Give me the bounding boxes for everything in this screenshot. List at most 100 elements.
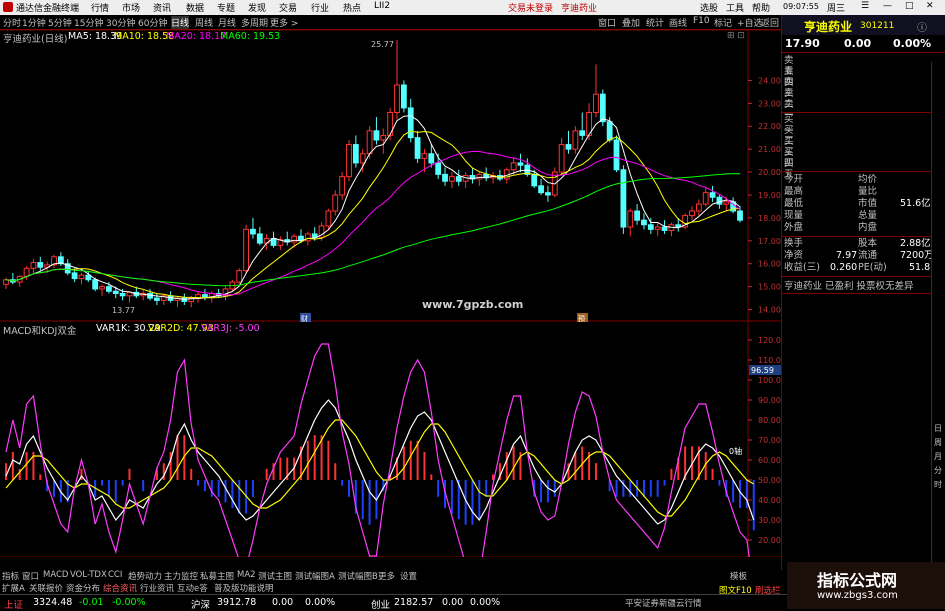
tab-help[interactable]: 普及版功能说明	[214, 582, 274, 594]
tab-related[interactable]: 关联报价	[29, 582, 63, 594]
period-more[interactable]: 更多 >	[270, 16, 298, 29]
app-logo-icon	[3, 2, 13, 12]
toolbar-mark[interactable]: 标记	[714, 16, 732, 29]
f10-graph-label[interactable]: 图文F10	[719, 584, 752, 596]
menu-select-stock[interactable]: 选股	[700, 1, 718, 14]
period-tab[interactable]: 多周期	[241, 16, 268, 29]
tab-more[interactable]: 更多	[378, 570, 395, 582]
net-asset-value: 7.97	[836, 250, 858, 261]
tab-trend[interactable]: 趋势动力	[128, 570, 162, 582]
toolbar-overlay[interactable]: 叠加	[622, 16, 640, 29]
toolbar-stats[interactable]: 统计	[646, 16, 664, 29]
period-tab[interactable]: 周线	[195, 16, 213, 29]
close-icon[interactable]: ✕	[926, 1, 934, 11]
menu-news[interactable]: 资讯	[153, 1, 171, 14]
menu-tools[interactable]: 工具	[726, 1, 744, 14]
stat-label: 股本	[858, 238, 878, 249]
candle	[400, 84, 407, 109]
period-tab[interactable]: 5分钟	[48, 16, 72, 29]
sh-index-value: 3324.48	[33, 597, 73, 608]
template-button[interactable]: 模板	[730, 570, 747, 582]
tab-qa[interactable]: 互动e答	[177, 582, 208, 594]
toolbar-add-favorite[interactable]: +自选	[737, 16, 763, 29]
toolbar-draw[interactable]: 画线	[669, 16, 687, 29]
stock-news-ticker[interactable]: 亨迪药业 已盈利 投票权无差异	[784, 278, 939, 292]
tab-private[interactable]: 私募主图	[200, 570, 234, 582]
minimize-icon[interactable]: —	[883, 1, 892, 11]
zero-axis-label: 0轴	[729, 446, 742, 456]
candle	[407, 107, 414, 139]
tab-macd[interactable]: MACD	[43, 570, 68, 580]
stat-label: 外盘	[784, 222, 804, 233]
stat-label: PE(动)	[858, 262, 887, 273]
candle	[414, 137, 421, 159]
menu-quotes[interactable]: 行情	[91, 1, 109, 14]
candle	[579, 130, 586, 136]
indicator-tick-label: 120.0	[758, 336, 781, 345]
period-tab[interactable]: 15分钟	[74, 16, 103, 29]
toolbar-window[interactable]: 窗口	[598, 16, 616, 29]
candle	[634, 210, 641, 221]
menu-topics[interactable]: 专题	[217, 1, 235, 14]
tab-main-monitor[interactable]: 主力监控	[164, 570, 198, 582]
tab-test-main[interactable]: 测试主图	[258, 570, 292, 582]
tab-cci[interactable]: CCI	[108, 570, 122, 580]
shares-value: 2.88亿	[900, 238, 931, 249]
period-tab[interactable]: 月线	[218, 16, 236, 29]
candle	[695, 203, 702, 212]
tab-settings[interactable]: 设置	[400, 570, 417, 582]
tab-ext-a[interactable]: 扩展A	[2, 582, 25, 594]
tab-indicator[interactable]: 指标	[2, 570, 19, 582]
period-tab-active[interactable]: 日线	[171, 16, 190, 29]
candle	[517, 162, 524, 166]
period-tab[interactable]: 60分钟	[138, 16, 167, 29]
tab-industry-news[interactable]: 行业资讯	[140, 582, 174, 594]
menu-market[interactable]: 市场	[122, 1, 140, 14]
side-tab-minute[interactable]: 分	[934, 464, 942, 478]
tab-ma2[interactable]: MA2	[237, 570, 256, 580]
candle	[154, 297, 160, 301]
tab-fund-flow[interactable]: 资金分布	[66, 582, 100, 594]
toolbar-f10[interactable]: F10	[693, 16, 710, 26]
side-tab-week[interactable]: 周	[934, 436, 942, 450]
candlestick-series	[3, 39, 743, 308]
chart-window-controls[interactable]: ⊞ ⊡	[727, 31, 745, 41]
menu-help[interactable]: 帮助	[752, 1, 770, 14]
chart-area[interactable]: 24.00 23.00 22.00 21.00 20.00 19.00 18.00 17.00…	[0, 30, 781, 557]
candle	[476, 173, 483, 180]
period-tab[interactable]: 1分钟	[22, 16, 46, 29]
menu-hot[interactable]: 热点	[343, 1, 361, 14]
menu-l2[interactable]: LII2	[374, 1, 390, 11]
side-tab-day[interactable]: 日	[934, 422, 942, 436]
menu-trade[interactable]: 交易	[279, 1, 297, 14]
stat-label: 流通	[858, 250, 878, 261]
tab-window[interactable]: 窗口	[22, 570, 39, 582]
period-tab[interactable]: 30分钟	[106, 16, 135, 29]
filter-bar-label[interactable]: 刷选栏	[755, 584, 781, 596]
menu-discover[interactable]: 发现	[248, 1, 266, 14]
var3j-label: VAR3J: -5.00	[201, 323, 260, 334]
period-tab[interactable]: 分时	[3, 16, 21, 29]
menu-industry[interactable]: 行业	[311, 1, 329, 14]
float-value: 7200万	[900, 250, 934, 261]
indicator-title[interactable]: MACD和KDJ双金	[3, 323, 76, 337]
price-tick-label: 21.00	[758, 145, 781, 154]
info-icon[interactable]: ⓘ	[917, 19, 927, 34]
cy-index-pct: 0.00%	[470, 597, 501, 608]
stat-label: 最低	[784, 198, 804, 209]
tab-general-news[interactable]: 综合资讯	[103, 582, 137, 594]
ma20-label: MA20: 18.17	[166, 31, 227, 42]
maximize-icon[interactable]: □	[905, 1, 914, 11]
app-name: 通达信金融终端	[16, 4, 80, 14]
tab-test-b[interactable]: 测试幅图B	[338, 570, 378, 582]
side-tab-time[interactable]: 时	[934, 478, 942, 492]
clock: 09:07:55	[783, 2, 819, 11]
toolbar-back[interactable]: 返回	[761, 16, 779, 29]
candle	[716, 196, 723, 205]
login-status[interactable]: 交易未登录	[508, 1, 553, 14]
menu-data[interactable]: 数据	[186, 1, 204, 14]
menu-icon[interactable]: ☰	[861, 1, 869, 11]
side-tab-month[interactable]: 月	[934, 450, 942, 464]
tab-test-a[interactable]: 测试幅图A	[295, 570, 335, 582]
tab-vol[interactable]: VOL-TDX	[70, 570, 107, 580]
